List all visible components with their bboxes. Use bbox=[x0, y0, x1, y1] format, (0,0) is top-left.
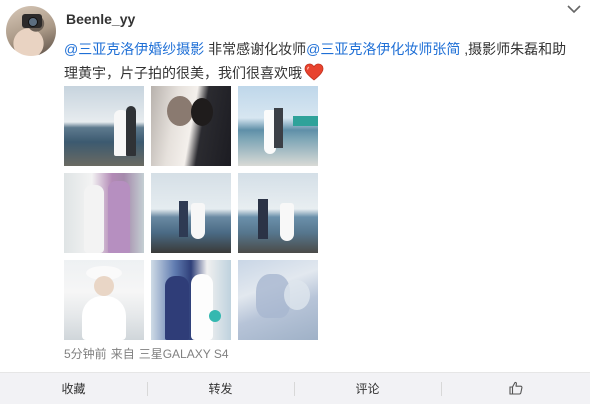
weibo-post: Beenle_yy @三亚克洛伊婚纱摄影 非常感谢化妆师@三亚克洛伊化妆师张简 … bbox=[0, 0, 590, 370]
photo-thumbnail[interactable] bbox=[64, 173, 144, 253]
post-meta: 5分钟前 来自 三星GALAXY S4 bbox=[64, 345, 233, 362]
like-button[interactable] bbox=[441, 373, 590, 404]
repost-button[interactable]: 转发 bbox=[147, 373, 294, 404]
photo-thumbnail[interactable] bbox=[64, 86, 144, 166]
photo-thumbnail[interactable] bbox=[238, 260, 318, 340]
username[interactable]: Beenle_yy bbox=[66, 11, 135, 27]
post-text-segment: 非常感谢化妆师 bbox=[204, 41, 307, 57]
photo-thumbnail[interactable] bbox=[151, 86, 231, 166]
action-bar: 收藏 转发 评论 bbox=[0, 372, 590, 404]
mention-link[interactable]: @三亚克洛伊化妆师张简 bbox=[306, 41, 460, 57]
photo-thumbnail[interactable] bbox=[64, 260, 144, 340]
camera-icon bbox=[22, 14, 42, 28]
post-time[interactable]: 5分钟前 bbox=[64, 347, 107, 361]
thumbs-up-icon bbox=[509, 381, 523, 395]
photo-thumbnail[interactable] bbox=[151, 260, 231, 340]
comment-button[interactable]: 评论 bbox=[294, 373, 441, 404]
chevron-down-icon[interactable] bbox=[566, 3, 582, 15]
favorite-button[interactable]: 收藏 bbox=[0, 373, 147, 404]
source-device[interactable]: 三星GALAXY S4 bbox=[139, 347, 229, 361]
photo-grid bbox=[64, 86, 318, 340]
source-label: 来自 bbox=[110, 347, 135, 361]
photo-thumbnail[interactable] bbox=[151, 173, 231, 253]
photo-thumbnail[interactable] bbox=[238, 86, 318, 166]
post-text: @三亚克洛伊婚纱摄影 非常感谢化妆师@三亚克洛伊化妆师张简 ,摄影师朱磊和助理黄… bbox=[64, 37, 574, 85]
heart-emoji-icon bbox=[304, 63, 324, 81]
photo-thumbnail[interactable] bbox=[238, 173, 318, 253]
avatar[interactable] bbox=[6, 6, 56, 56]
mention-link[interactable]: @三亚克洛伊婚纱摄影 bbox=[64, 41, 204, 57]
